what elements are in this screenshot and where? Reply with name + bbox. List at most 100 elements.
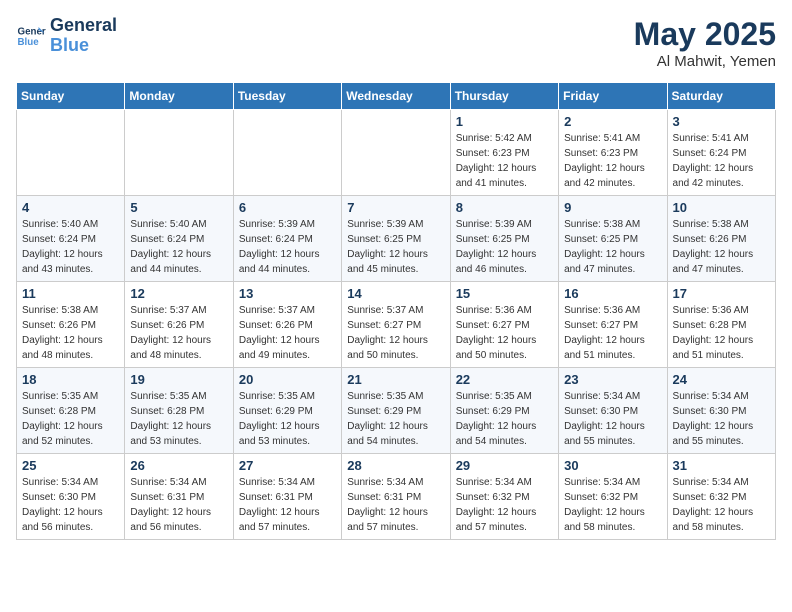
day-info: Sunrise: 5:40 AM Sunset: 6:24 PM Dayligh… [22,217,119,277]
day-number: 21 [347,372,444,387]
day-info: Sunrise: 5:34 AM Sunset: 6:31 PM Dayligh… [347,475,444,535]
day-info: Sunrise: 5:39 AM Sunset: 6:24 PM Dayligh… [239,217,336,277]
calendar-cell: 18 Sunrise: 5:35 AM Sunset: 6:28 PM Dayl… [17,368,125,454]
day-number: 28 [347,458,444,473]
day-info: Sunrise: 5:37 AM Sunset: 6:26 PM Dayligh… [239,303,336,363]
weekday-header: Monday [125,83,233,110]
day-info: Sunrise: 5:34 AM Sunset: 6:30 PM Dayligh… [22,475,119,535]
calendar-cell: 16 Sunrise: 5:36 AM Sunset: 6:27 PM Dayl… [559,282,667,368]
calendar-cell: 26 Sunrise: 5:34 AM Sunset: 6:31 PM Dayl… [125,454,233,540]
calendar-cell: 2 Sunrise: 5:41 AM Sunset: 6:23 PM Dayli… [559,110,667,196]
title-block: May 2025 Al Mahwit, Yemen [634,16,776,70]
calendar-cell: 4 Sunrise: 5:40 AM Sunset: 6:24 PM Dayli… [17,196,125,282]
calendar-week-row: 4 Sunrise: 5:40 AM Sunset: 6:24 PM Dayli… [17,196,776,282]
day-number: 1 [456,114,553,129]
day-info: Sunrise: 5:38 AM Sunset: 6:26 PM Dayligh… [673,217,770,277]
day-number: 11 [22,286,119,301]
calendar-cell: 21 Sunrise: 5:35 AM Sunset: 6:29 PM Dayl… [342,368,450,454]
day-number: 10 [673,200,770,215]
weekday-header: Tuesday [233,83,341,110]
calendar-cell: 29 Sunrise: 5:34 AM Sunset: 6:32 PM Dayl… [450,454,558,540]
day-info: Sunrise: 5:38 AM Sunset: 6:26 PM Dayligh… [22,303,119,363]
calendar-cell: 13 Sunrise: 5:37 AM Sunset: 6:26 PM Dayl… [233,282,341,368]
day-info: Sunrise: 5:36 AM Sunset: 6:27 PM Dayligh… [456,303,553,363]
logo-text: General Blue [50,16,117,56]
calendar-cell [233,110,341,196]
svg-text:General: General [18,26,47,37]
day-number: 16 [564,286,661,301]
calendar-week-row: 11 Sunrise: 5:38 AM Sunset: 6:26 PM Dayl… [17,282,776,368]
day-number: 23 [564,372,661,387]
calendar-week-row: 18 Sunrise: 5:35 AM Sunset: 6:28 PM Dayl… [17,368,776,454]
calendar-cell: 31 Sunrise: 5:34 AM Sunset: 6:32 PM Dayl… [667,454,775,540]
calendar-cell: 27 Sunrise: 5:34 AM Sunset: 6:31 PM Dayl… [233,454,341,540]
day-info: Sunrise: 5:34 AM Sunset: 6:32 PM Dayligh… [456,475,553,535]
weekday-header-row: SundayMondayTuesdayWednesdayThursdayFrid… [17,83,776,110]
day-info: Sunrise: 5:35 AM Sunset: 6:29 PM Dayligh… [456,389,553,449]
day-number: 29 [456,458,553,473]
calendar-cell [342,110,450,196]
day-number: 30 [564,458,661,473]
calendar-cell: 14 Sunrise: 5:37 AM Sunset: 6:27 PM Dayl… [342,282,450,368]
day-info: Sunrise: 5:36 AM Sunset: 6:27 PM Dayligh… [564,303,661,363]
day-info: Sunrise: 5:39 AM Sunset: 6:25 PM Dayligh… [456,217,553,277]
day-number: 2 [564,114,661,129]
day-number: 4 [22,200,119,215]
day-number: 19 [130,372,227,387]
day-info: Sunrise: 5:40 AM Sunset: 6:24 PM Dayligh… [130,217,227,277]
calendar-cell: 17 Sunrise: 5:36 AM Sunset: 6:28 PM Dayl… [667,282,775,368]
day-info: Sunrise: 5:37 AM Sunset: 6:27 PM Dayligh… [347,303,444,363]
day-info: Sunrise: 5:34 AM Sunset: 6:30 PM Dayligh… [673,389,770,449]
day-info: Sunrise: 5:41 AM Sunset: 6:23 PM Dayligh… [564,131,661,191]
calendar-cell: 30 Sunrise: 5:34 AM Sunset: 6:32 PM Dayl… [559,454,667,540]
calendar-week-row: 25 Sunrise: 5:34 AM Sunset: 6:30 PM Dayl… [17,454,776,540]
day-number: 6 [239,200,336,215]
day-number: 25 [22,458,119,473]
day-number: 9 [564,200,661,215]
calendar-cell [17,110,125,196]
calendar-cell: 19 Sunrise: 5:35 AM Sunset: 6:28 PM Dayl… [125,368,233,454]
calendar-cell: 20 Sunrise: 5:35 AM Sunset: 6:29 PM Dayl… [233,368,341,454]
day-info: Sunrise: 5:36 AM Sunset: 6:28 PM Dayligh… [673,303,770,363]
day-info: Sunrise: 5:41 AM Sunset: 6:24 PM Dayligh… [673,131,770,191]
day-number: 8 [456,200,553,215]
day-info: Sunrise: 5:38 AM Sunset: 6:25 PM Dayligh… [564,217,661,277]
day-info: Sunrise: 5:35 AM Sunset: 6:29 PM Dayligh… [347,389,444,449]
weekday-header: Thursday [450,83,558,110]
day-number: 31 [673,458,770,473]
calendar-cell: 11 Sunrise: 5:38 AM Sunset: 6:26 PM Dayl… [17,282,125,368]
month-year: May 2025 [634,16,776,53]
day-number: 26 [130,458,227,473]
calendar-cell: 7 Sunrise: 5:39 AM Sunset: 6:25 PM Dayli… [342,196,450,282]
weekday-header: Saturday [667,83,775,110]
logo-icon: General Blue [16,21,46,51]
calendar-cell: 24 Sunrise: 5:34 AM Sunset: 6:30 PM Dayl… [667,368,775,454]
day-number: 12 [130,286,227,301]
calendar-cell: 1 Sunrise: 5:42 AM Sunset: 6:23 PM Dayli… [450,110,558,196]
day-info: Sunrise: 5:35 AM Sunset: 6:28 PM Dayligh… [22,389,119,449]
day-number: 14 [347,286,444,301]
logo: General Blue General Blue [16,16,117,56]
day-info: Sunrise: 5:37 AM Sunset: 6:26 PM Dayligh… [130,303,227,363]
day-info: Sunrise: 5:34 AM Sunset: 6:30 PM Dayligh… [564,389,661,449]
day-number: 22 [456,372,553,387]
calendar-cell: 5 Sunrise: 5:40 AM Sunset: 6:24 PM Dayli… [125,196,233,282]
calendar-cell: 23 Sunrise: 5:34 AM Sunset: 6:30 PM Dayl… [559,368,667,454]
day-info: Sunrise: 5:42 AM Sunset: 6:23 PM Dayligh… [456,131,553,191]
weekday-header: Wednesday [342,83,450,110]
day-info: Sunrise: 5:34 AM Sunset: 6:31 PM Dayligh… [130,475,227,535]
location: Al Mahwit, Yemen [634,53,776,70]
day-info: Sunrise: 5:39 AM Sunset: 6:25 PM Dayligh… [347,217,444,277]
day-info: Sunrise: 5:35 AM Sunset: 6:28 PM Dayligh… [130,389,227,449]
weekday-header: Sunday [17,83,125,110]
calendar-cell: 9 Sunrise: 5:38 AM Sunset: 6:25 PM Dayli… [559,196,667,282]
calendar-cell: 3 Sunrise: 5:41 AM Sunset: 6:24 PM Dayli… [667,110,775,196]
page-header: General Blue General Blue May 2025 Al Ma… [16,16,776,70]
svg-text:Blue: Blue [18,37,40,48]
calendar-table: SundayMondayTuesdayWednesdayThursdayFrid… [16,82,776,540]
day-number: 7 [347,200,444,215]
day-number: 17 [673,286,770,301]
day-number: 27 [239,458,336,473]
calendar-week-row: 1 Sunrise: 5:42 AM Sunset: 6:23 PM Dayli… [17,110,776,196]
day-info: Sunrise: 5:34 AM Sunset: 6:31 PM Dayligh… [239,475,336,535]
